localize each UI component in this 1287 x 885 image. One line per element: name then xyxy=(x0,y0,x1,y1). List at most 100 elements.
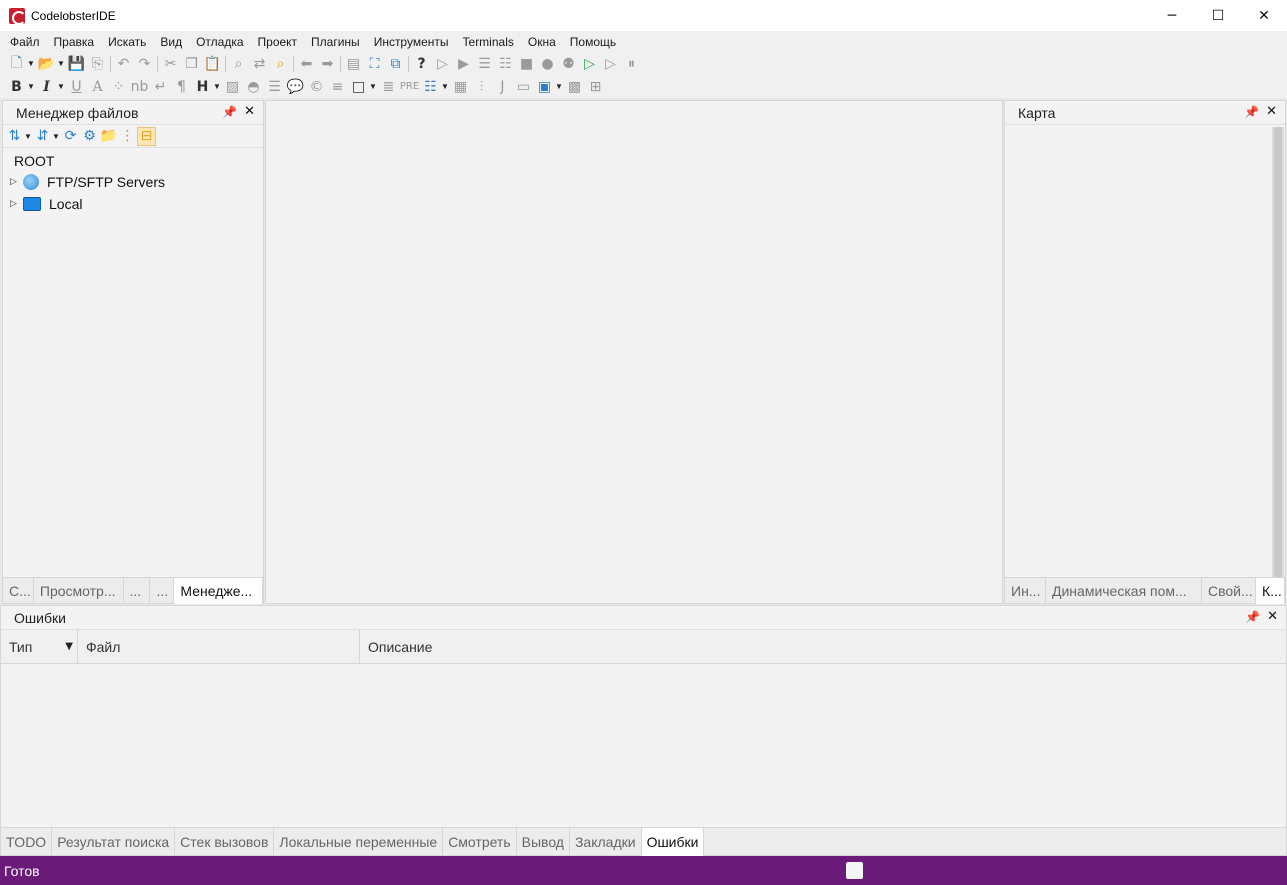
column-file[interactable]: Файл xyxy=(78,630,360,664)
copyright-icon[interactable]: © xyxy=(306,77,327,96)
menu-project[interactable]: Проект xyxy=(251,35,305,49)
tab-left-1[interactable]: С... xyxy=(3,578,34,604)
pin-icon[interactable]: 📌 xyxy=(222,105,237,119)
form-dropdown-icon[interactable]: ▼ xyxy=(555,82,564,91)
menu-file[interactable]: Файл xyxy=(3,35,47,49)
tab-left-4[interactable]: ... xyxy=(150,578,175,604)
minimize-button[interactable]: ─ xyxy=(1149,0,1195,31)
preformatted-icon[interactable]: PRE xyxy=(399,77,420,96)
list-step-icon[interactable]: ☰ xyxy=(474,54,495,73)
italic-dropdown-icon[interactable]: ▼ xyxy=(57,82,66,91)
tab-preview[interactable]: Просмотр... xyxy=(34,578,124,604)
menu-help[interactable]: Помощь xyxy=(563,35,623,49)
new-file-dropdown-icon[interactable]: ▼ xyxy=(27,59,36,68)
align-center-icon[interactable]: ≡ xyxy=(327,77,348,96)
css-icon[interactable]: ⫶ xyxy=(471,77,492,96)
horizontal-rule-icon[interactable]: ☰ xyxy=(264,77,285,96)
form-icon[interactable]: ▭ xyxy=(513,77,534,96)
close-window-button[interactable]: ✕ xyxy=(1241,0,1287,31)
save-icon[interactable]: 💾 xyxy=(66,54,87,73)
font-icon[interactable]: A xyxy=(87,77,108,96)
split-view-icon[interactable]: ⧉ xyxy=(385,54,406,73)
tab-bookmarks[interactable]: Закладки xyxy=(570,828,642,856)
expand-arrow-icon[interactable]: ▷ xyxy=(10,177,23,187)
help-icon[interactable]: ? xyxy=(411,54,432,73)
find-in-files-icon[interactable]: ⌕ xyxy=(270,54,291,73)
menu-terminals[interactable]: Terminals xyxy=(456,35,521,49)
redo-icon[interactable]: ↷ xyxy=(134,54,155,73)
menu-edit[interactable]: Правка xyxy=(47,35,102,49)
open-dropdown-icon[interactable]: ▼ xyxy=(57,59,66,68)
form-elements-icon[interactable]: ▣ xyxy=(534,77,555,96)
underline-icon[interactable]: U xyxy=(66,77,87,96)
list-icon[interactable]: ☷ xyxy=(420,77,441,96)
pin-icon[interactable]: 📌 xyxy=(1244,105,1259,119)
run-icon[interactable]: ▷ xyxy=(579,54,600,73)
line-break-icon[interactable]: ↵ xyxy=(150,77,171,96)
watch-icon[interactable]: ⚉ xyxy=(558,54,579,73)
breakpoint-icon[interactable]: ● xyxy=(537,54,558,73)
comment-icon[interactable]: 💬 xyxy=(285,77,306,96)
compare-icon[interactable]: ▤ xyxy=(343,54,364,73)
media-icon[interactable]: ▩ xyxy=(564,77,585,96)
javascript-icon[interactable]: J xyxy=(492,77,513,96)
forward-arrow-icon[interactable]: ➡ xyxy=(317,54,338,73)
nobr-icon[interactable]: nb xyxy=(129,77,150,96)
menu-plugins[interactable]: Плагины xyxy=(304,35,367,49)
tab-output[interactable]: Вывод xyxy=(517,828,570,856)
tab-file-manager[interactable]: Менедже... xyxy=(174,578,263,604)
bold-icon[interactable]: B xyxy=(6,77,27,96)
folder-icon[interactable]: 📁 xyxy=(99,127,118,146)
tab-left-3[interactable]: ... xyxy=(124,578,151,604)
map-scrollbar[interactable] xyxy=(1272,127,1284,577)
tab-watch[interactable]: Смотреть xyxy=(443,828,517,856)
list-step-out-icon[interactable]: ☷ xyxy=(495,54,516,73)
tree-root[interactable]: ROOT xyxy=(3,151,263,171)
expand-arrow-icon[interactable]: ▷ xyxy=(10,199,23,209)
frame-icon[interactable]: ⊞ xyxy=(585,77,606,96)
menu-debug[interactable]: Отладка xyxy=(189,35,250,49)
settings-icon[interactable]: ⚙ xyxy=(80,127,99,146)
sort-az-dropdown-icon[interactable]: ▼ xyxy=(24,132,33,141)
anchor-icon[interactable]: ◓ xyxy=(243,77,264,96)
cut-icon[interactable]: ✂ xyxy=(160,54,181,73)
italic-icon[interactable]: I xyxy=(36,77,57,96)
find-icon[interactable]: ⌕ xyxy=(228,54,249,73)
new-file-icon[interactable]: 🗋 xyxy=(6,54,27,73)
list-dropdown-icon[interactable]: ▼ xyxy=(441,82,450,91)
tab-call-stack[interactable]: Стек вызовов xyxy=(175,828,275,856)
menu-view[interactable]: Вид xyxy=(153,35,189,49)
tab-info[interactable]: Ин... xyxy=(1005,578,1046,604)
sort-arrow-icon[interactable]: ▼ xyxy=(65,641,73,652)
table-icon[interactable]: ▦ xyxy=(450,77,471,96)
refresh-icon[interactable]: ⟳ xyxy=(61,127,80,146)
column-description[interactable]: Описание xyxy=(360,630,1286,664)
tab-local-variables[interactable]: Локальные переменные xyxy=(274,828,444,856)
filter-icon[interactable]: ⋮ xyxy=(118,127,137,146)
pin-icon[interactable]: 📌 xyxy=(1245,610,1260,624)
copy-icon[interactable]: ❐ xyxy=(181,54,202,73)
open-folder-icon[interactable]: 📂 xyxy=(36,54,57,73)
div-dropdown-icon[interactable]: ▼ xyxy=(369,82,378,91)
align-right-icon[interactable]: ≣ xyxy=(378,77,399,96)
close-icon[interactable]: ✕ xyxy=(1267,609,1278,624)
tab-dynamic-help[interactable]: Динамическая пом... xyxy=(1046,578,1202,604)
column-type[interactable]: Тип ▼ xyxy=(1,630,78,664)
menu-search[interactable]: Искать xyxy=(101,35,153,49)
sort-za-icon[interactable]: ⇵ xyxy=(33,127,52,146)
close-icon[interactable]: ✕ xyxy=(1266,104,1277,119)
undo-icon[interactable]: ↶ xyxy=(113,54,134,73)
paste-icon[interactable]: 📋 xyxy=(202,54,223,73)
paragraph-icon[interactable]: ¶ xyxy=(171,77,192,96)
pause-icon[interactable]: ⏸ xyxy=(621,54,642,73)
tree-node-ftp[interactable]: ▷ FTP/SFTP Servers xyxy=(3,171,263,193)
tab-errors[interactable]: Ошибки xyxy=(641,828,705,856)
dots-icon[interactable]: ⁘ xyxy=(108,77,129,96)
tab-search-results[interactable]: Результат поиска xyxy=(52,828,176,856)
menu-windows[interactable]: Окна xyxy=(521,35,563,49)
tab-map[interactable]: К... xyxy=(1256,578,1285,604)
div-icon[interactable]: □ xyxy=(348,77,369,96)
tab-properties[interactable]: Свой... xyxy=(1202,578,1256,604)
bold-dropdown-icon[interactable]: ▼ xyxy=(27,82,36,91)
sort-az-icon[interactable]: ⇅ xyxy=(5,127,24,146)
